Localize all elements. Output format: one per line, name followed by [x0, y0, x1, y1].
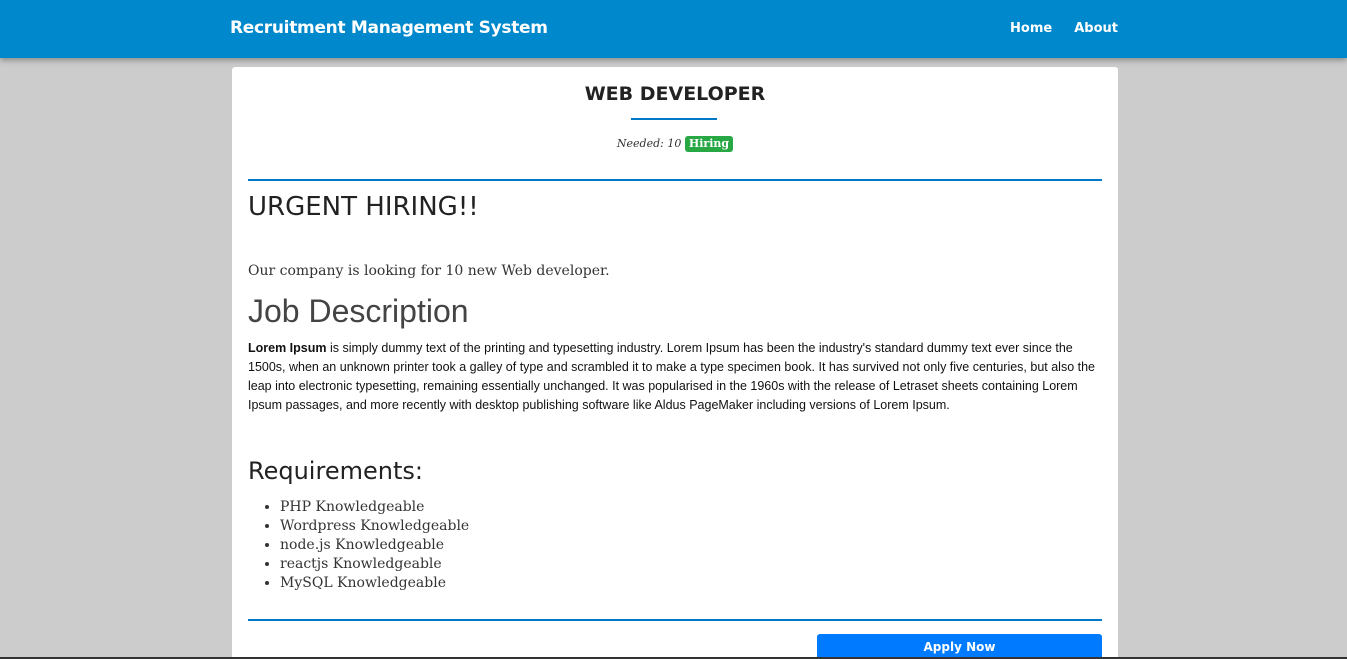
requirement-item: MySQL Knowledgeable — [280, 574, 469, 593]
title-underline — [631, 118, 717, 120]
description-paragraph: Lorem Ipsum is simply dummy text of the … — [248, 339, 1102, 415]
description-text: is simply dummy text of the printing and… — [248, 341, 1096, 412]
nav-link-home[interactable]: Home — [1010, 21, 1052, 36]
requirement-item: reactjs Knowledgeable — [280, 555, 469, 574]
needed-line: Needed: 10 Hiring — [232, 136, 1118, 152]
job-card: WEB DEVELOPER Needed: 10 Hiring URGENT H… — [232, 67, 1118, 659]
divider-top — [248, 179, 1102, 181]
needed-count: Needed: 10 — [616, 137, 682, 150]
description-heading: Job Description — [248, 293, 469, 329]
job-title: WEB DEVELOPER — [584, 83, 766, 105]
brand-title[interactable]: Recruitment Management System — [230, 18, 548, 38]
nav-link-about[interactable]: About — [1074, 21, 1118, 36]
requirements-heading: Requirements: — [248, 457, 423, 485]
lead-text: Our company is looking for 10 new Web de… — [248, 263, 610, 279]
requirement-item: Wordpress Knowledgeable — [280, 517, 469, 536]
navbar: Recruitment Management System Home About — [0, 0, 1347, 58]
divider-bottom — [248, 619, 1102, 621]
requirement-item: node.js Knowledgeable — [280, 536, 469, 555]
apply-now-button[interactable]: Apply Now — [817, 634, 1102, 659]
requirement-item: PHP Knowledgeable — [280, 498, 469, 517]
urgent-heading: URGENT HIRING!! — [248, 192, 479, 222]
nav-links: Home About — [1010, 21, 1118, 36]
description-bold: Lorem Ipsum — [248, 341, 327, 355]
requirements-list: PHP Knowledgeable Wordpress Knowledgeabl… — [280, 498, 469, 593]
status-badge: Hiring — [684, 136, 734, 152]
